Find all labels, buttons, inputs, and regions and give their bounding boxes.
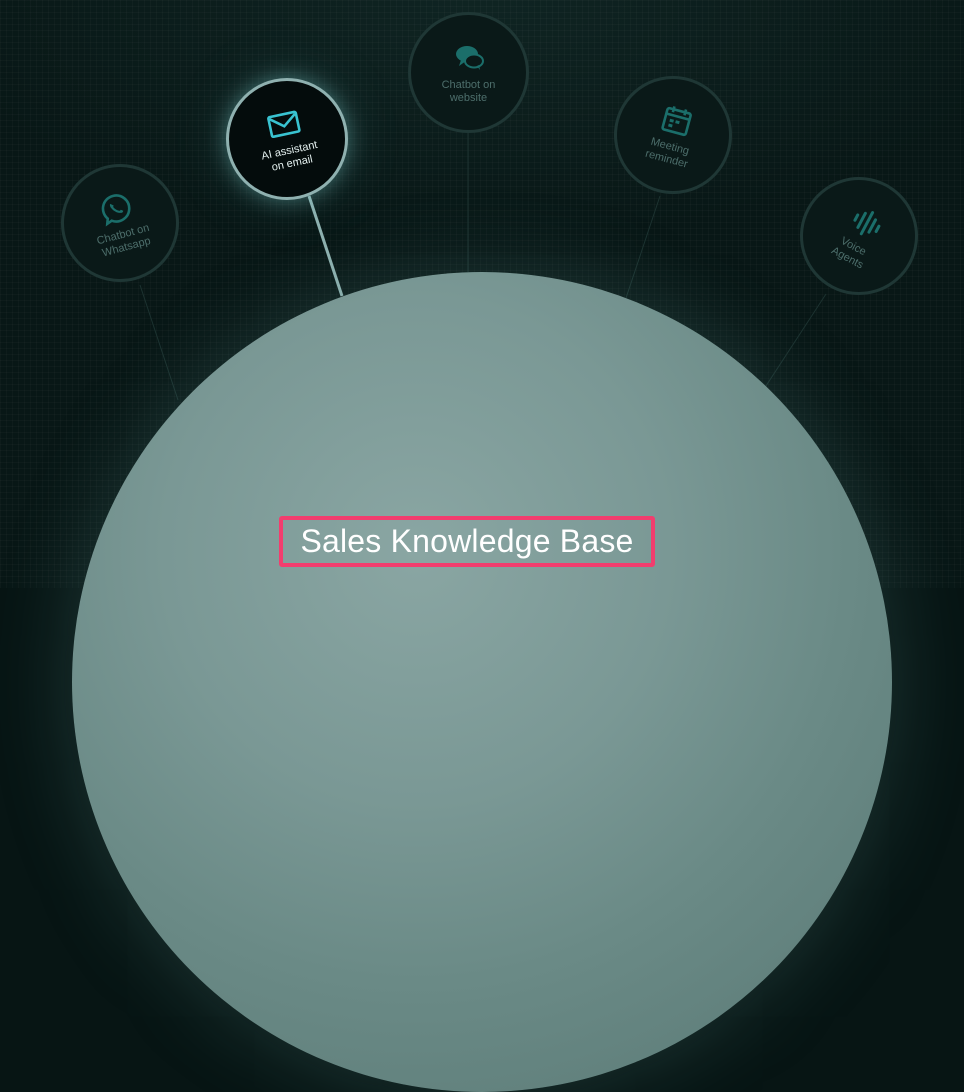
knowledge-base-title-text: Sales Knowledge Base — [300, 523, 634, 559]
connector-email — [307, 195, 344, 297]
connector-whatsapp — [139, 284, 179, 401]
envelope-icon — [267, 110, 301, 139]
node-label: Meeting reminder — [644, 135, 691, 171]
connector-meeting — [621, 195, 661, 311]
node-chatbot-website[interactable]: Chatbot on website — [408, 12, 529, 133]
whatsapp-icon — [101, 194, 131, 227]
chat-bubbles-icon — [455, 45, 484, 70]
knowledge-base-planet — [72, 272, 892, 1092]
calendar-icon — [661, 106, 692, 137]
node-label: Chatbot on website — [441, 78, 496, 104]
node-label: AI assistant on email — [260, 138, 319, 174]
connector-voice — [761, 293, 827, 393]
knowledge-base-title: Sales Knowledge Base — [279, 516, 655, 567]
